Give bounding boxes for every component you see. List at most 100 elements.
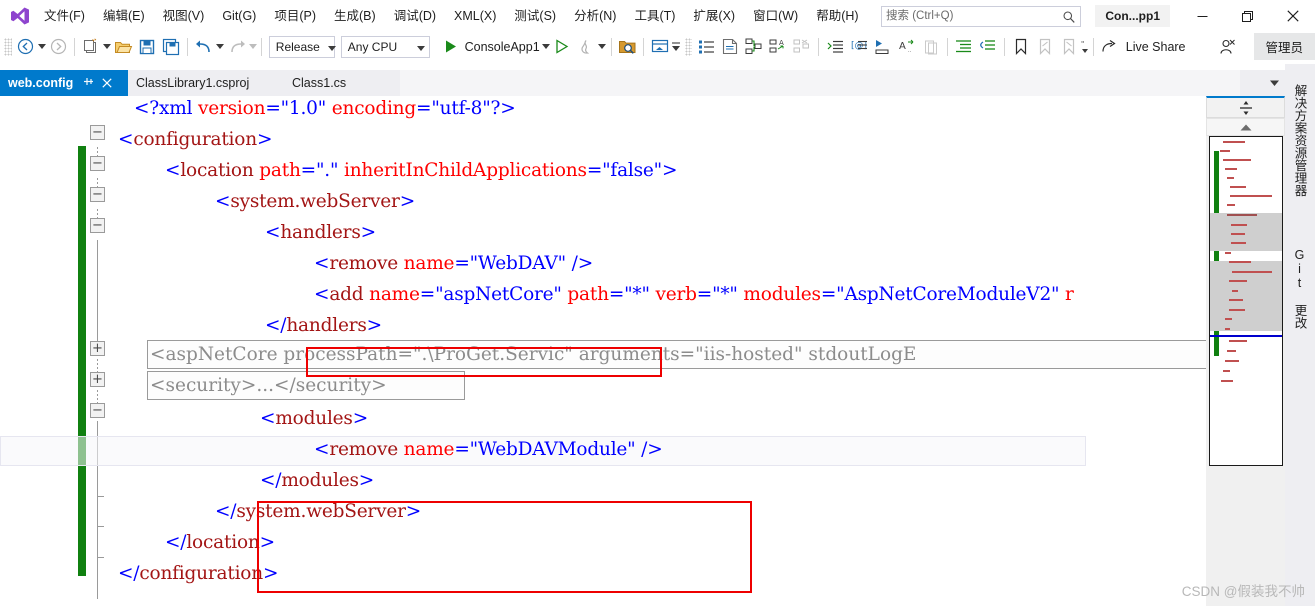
toolbar-separator-7 bbox=[947, 37, 948, 56]
format-document-icon[interactable] bbox=[823, 35, 847, 59]
bookmark-dropdown[interactable]: " bbox=[1081, 41, 1089, 53]
menu-item-test[interactable]: 测试(S) bbox=[506, 4, 564, 28]
hot-reload-icon bbox=[574, 35, 598, 59]
navigate-back-dropdown[interactable] bbox=[37, 44, 46, 49]
minimap-viewport[interactable] bbox=[1209, 136, 1283, 466]
tab-classlibrary1-csproj[interactable]: ClassLibrary1.csproj bbox=[128, 70, 276, 96]
run-target-label[interactable]: ConsoleApp1 bbox=[463, 40, 542, 54]
navigate-forward-icon bbox=[46, 35, 70, 59]
close-button[interactable] bbox=[1270, 0, 1315, 32]
tab-strip-empty-area bbox=[400, 70, 1240, 96]
search-input[interactable]: 搜索 (Ctrl+Q) bbox=[881, 6, 1081, 27]
chevron-down-icon[interactable] bbox=[1263, 70, 1285, 96]
menu-bar: 文件(F) 编辑(E) 视图(V) Git(G) 项目(P) 生成(B) 调试(… bbox=[0, 0, 1315, 32]
tab-web-config[interactable]: web.config bbox=[0, 70, 128, 96]
code-line-1: <?xml version="1.0" encoding="utf-8"?> bbox=[134, 98, 516, 119]
menu-item-window[interactable]: 窗口(W) bbox=[745, 4, 806, 28]
fold-glyph-modules[interactable]: − bbox=[90, 403, 105, 418]
code-line-14: </system.webServer> bbox=[215, 501, 422, 522]
code-line-7: <add name="aspNetCore" path="*" verb="*"… bbox=[314, 284, 1074, 305]
toolbar-separator-9 bbox=[1092, 37, 1094, 56]
collapsed-region-security[interactable]: <security>...</security> bbox=[147, 371, 465, 400]
minimize-button[interactable] bbox=[1180, 0, 1225, 32]
toolbar-separator-8 bbox=[1003, 37, 1005, 56]
platform-value: Any CPU bbox=[347, 39, 398, 54]
collapsed-region-aspnetcore[interactable]: <aspNetCore processPath=".\ProGet.Servic… bbox=[147, 340, 1206, 369]
live-share-icon[interactable] bbox=[1098, 35, 1122, 59]
code-editor[interactable]: − − − − + + − <?xml version="1.0" encodi… bbox=[0, 96, 1206, 606]
code-definition-icon[interactable]: A bbox=[766, 35, 790, 59]
visual-studio-window: 文件(F) 编辑(E) 视图(V) Git(G) 项目(P) 生成(B) 调试(… bbox=[0, 0, 1315, 606]
search-placeholder: 搜索 (Ctrl+Q) bbox=[886, 10, 954, 22]
pin-icon[interactable] bbox=[83, 76, 94, 90]
save-icon[interactable] bbox=[135, 35, 159, 59]
save-all-icon[interactable] bbox=[159, 35, 183, 59]
live-share-label[interactable]: Live Share bbox=[1122, 40, 1190, 54]
split-view-icon[interactable] bbox=[1206, 96, 1285, 118]
hot-reload-dropdown[interactable] bbox=[598, 44, 607, 49]
menu-item-debug[interactable]: 调试(D) bbox=[386, 4, 444, 28]
vtab-solution-explorer[interactable]: 解决方案资源管理器 bbox=[1285, 76, 1315, 228]
new-project-icon[interactable] bbox=[79, 35, 103, 59]
menu-item-analyze[interactable]: 分析(N) bbox=[566, 4, 624, 28]
feedback-icon[interactable] bbox=[1216, 35, 1240, 59]
fold-glyph-handlers[interactable]: − bbox=[90, 218, 105, 233]
toolbar-grip[interactable] bbox=[4, 37, 12, 56]
menu-item-file[interactable]: 文件(F) bbox=[36, 4, 93, 28]
code-line-6: <remove name="WebDAV" /> bbox=[314, 253, 593, 274]
menu-item-help[interactable]: 帮助(H) bbox=[808, 4, 866, 28]
navigate-back-icon[interactable] bbox=[14, 35, 38, 59]
class-view-icon[interactable] bbox=[742, 35, 766, 59]
open-file-icon[interactable] bbox=[111, 35, 135, 59]
toolbar-grip-2[interactable] bbox=[684, 37, 693, 56]
solution-explorer-dropdown[interactable] bbox=[672, 42, 681, 51]
object-browser-icon[interactable] bbox=[718, 35, 742, 59]
undo-icon[interactable] bbox=[192, 35, 216, 59]
maximize-button[interactable] bbox=[1225, 0, 1270, 32]
menu-item-git[interactable]: Git(G) bbox=[214, 4, 264, 28]
comment-icon[interactable]: [@] bbox=[847, 35, 871, 59]
outdent-icon[interactable] bbox=[976, 35, 1000, 59]
fold-glyph-security[interactable]: + bbox=[90, 372, 105, 387]
fold-glyph-configuration[interactable]: − bbox=[90, 125, 105, 140]
fold-glyph-location[interactable]: − bbox=[90, 156, 105, 171]
menu-item-xml[interactable]: XML(X) bbox=[446, 4, 504, 28]
start-debug-icon[interactable] bbox=[439, 35, 463, 59]
vs-logo-icon bbox=[5, 0, 35, 32]
run-target-dropdown[interactable] bbox=[541, 44, 550, 49]
redo-dropdown bbox=[248, 44, 257, 49]
menu-item-extensions[interactable]: 扩展(X) bbox=[685, 4, 743, 28]
menu-item-build[interactable]: 生成(B) bbox=[326, 4, 384, 28]
bookmark-icon[interactable] bbox=[1009, 35, 1033, 59]
minimap-panel[interactable] bbox=[1206, 96, 1285, 606]
admin-badge: 管理员 bbox=[1253, 33, 1315, 60]
menu-item-view[interactable]: 视图(V) bbox=[155, 4, 213, 28]
uncomment-icon[interactable] bbox=[871, 35, 895, 59]
find-in-files-icon[interactable] bbox=[615, 35, 639, 59]
toolbar-separator-5 bbox=[643, 37, 645, 56]
configuration-combo[interactable]: Release bbox=[268, 35, 336, 58]
menu-item-tools[interactable]: 工具(T) bbox=[626, 4, 683, 28]
indent-icon[interactable] bbox=[952, 35, 976, 59]
search-icon bbox=[1063, 10, 1075, 23]
standard-toolbar: Release Any CPU ConsoleApp1 A [@] A .. "… bbox=[0, 32, 1315, 62]
menu-item-project[interactable]: 项目(P) bbox=[266, 4, 324, 28]
outlining-margin[interactable]: − − − − + + − bbox=[90, 96, 118, 606]
start-without-debug-icon[interactable] bbox=[550, 35, 574, 59]
fold-glyph-aspnetcore[interactable]: + bbox=[90, 341, 105, 356]
account-chip[interactable]: Con...pp1 bbox=[1095, 5, 1170, 27]
platform-combo[interactable]: Any CPU bbox=[340, 35, 430, 58]
vtab-git-changes[interactable]: Git 更改 bbox=[1285, 240, 1315, 350]
menu-item-edit[interactable]: 编辑(E) bbox=[95, 4, 153, 28]
scroll-up-button[interactable] bbox=[1206, 118, 1285, 136]
properties-window-icon[interactable] bbox=[694, 35, 718, 59]
solution-explorer-icon[interactable] bbox=[648, 35, 672, 59]
code-line-13: </modules> bbox=[260, 470, 375, 491]
fold-glyph-systemwebserver[interactable]: − bbox=[90, 187, 105, 202]
close-icon[interactable] bbox=[102, 76, 112, 91]
toggle-case-icon[interactable]: A .. bbox=[895, 35, 919, 59]
undo-dropdown[interactable] bbox=[216, 44, 225, 49]
tab-class1-cs[interactable]: Class1.cs bbox=[284, 70, 400, 96]
tab-label: web.config bbox=[8, 76, 74, 90]
new-project-dropdown[interactable] bbox=[103, 44, 112, 49]
